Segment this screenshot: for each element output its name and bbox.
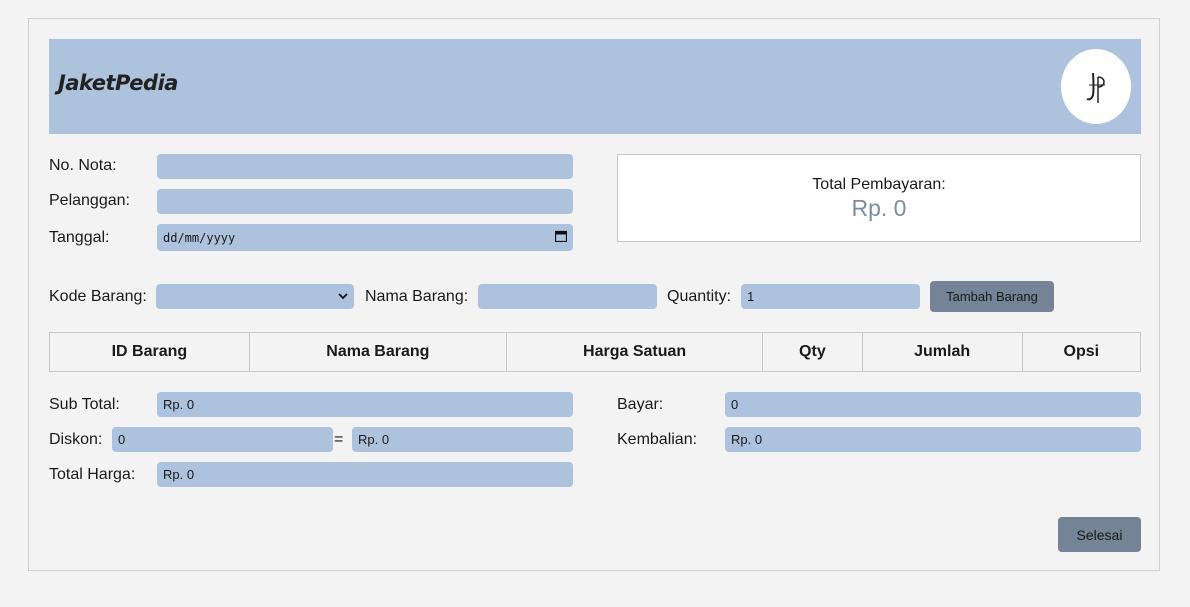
- brand-title: JaketPedia: [58, 71, 178, 95]
- quantity-label: Quantity:: [667, 288, 732, 305]
- total-harga-field: Rp. 0: [157, 462, 573, 487]
- kembalian-label: Kembalian:: [617, 431, 698, 448]
- total-payment-panel: Total Pembayaran: Rp. 0: [617, 154, 1141, 242]
- chevron-down-icon: [338, 293, 348, 300]
- logo: [1061, 49, 1131, 124]
- subtotal-field: Rp. 0: [157, 392, 573, 417]
- bayar-input[interactable]: 0: [725, 392, 1141, 417]
- column-header: Harga Satuan: [505, 332, 764, 372]
- diskon-input[interactable]: 0: [112, 427, 333, 452]
- column-header: Nama Barang: [248, 332, 507, 372]
- total-payment-label: Total Pembayaran:: [812, 176, 946, 193]
- no-nota-input[interactable]: [157, 154, 573, 179]
- items-table: ID Barang Nama Barang Harga Satuan Qty J…: [49, 332, 1142, 372]
- kode-barang-select[interactable]: [156, 284, 354, 309]
- subtotal-label: Sub Total:: [49, 396, 120, 413]
- calendar-icon[interactable]: [555, 230, 567, 242]
- column-header: Qty: [762, 332, 863, 372]
- logo-icon: [1086, 72, 1105, 103]
- tanggal-placeholder: dd/mm/yyyy: [163, 230, 236, 245]
- total-harga-label: Total Harga:: [49, 466, 136, 483]
- pelanggan-label: Pelanggan:: [49, 192, 130, 209]
- diskon-result-field: Rp. 0: [352, 427, 573, 452]
- table-header-row: ID Barang Nama Barang Harga Satuan Qty J…: [49, 332, 1142, 372]
- kembalian-field: Rp. 0: [725, 427, 1141, 452]
- diskon-label: Diskon:: [49, 431, 103, 448]
- quantity-input[interactable]: 1: [741, 284, 920, 309]
- column-header: ID Barang: [49, 332, 250, 372]
- bayar-label: Bayar:: [617, 396, 664, 413]
- nama-barang-label: Nama Barang:: [365, 288, 469, 305]
- equals-sign: =: [334, 431, 344, 448]
- tambah-barang-button[interactable]: Tambah Barang: [930, 281, 1054, 312]
- pelanggan-input[interactable]: [157, 189, 573, 214]
- kode-barang-label: Kode Barang:: [49, 288, 147, 305]
- tanggal-label: Tanggal:: [49, 229, 110, 246]
- nama-barang-input[interactable]: [478, 284, 657, 309]
- no-nota-label: No. Nota:: [49, 157, 117, 174]
- column-header: Jumlah: [861, 332, 1023, 372]
- tanggal-input[interactable]: dd/mm/yyyy: [157, 224, 573, 251]
- column-header: Opsi: [1021, 332, 1142, 372]
- selesai-button[interactable]: Selesai: [1058, 517, 1141, 552]
- header-banner: JaketPedia: [49, 39, 1141, 134]
- total-payment-value: Rp. 0: [851, 195, 907, 221]
